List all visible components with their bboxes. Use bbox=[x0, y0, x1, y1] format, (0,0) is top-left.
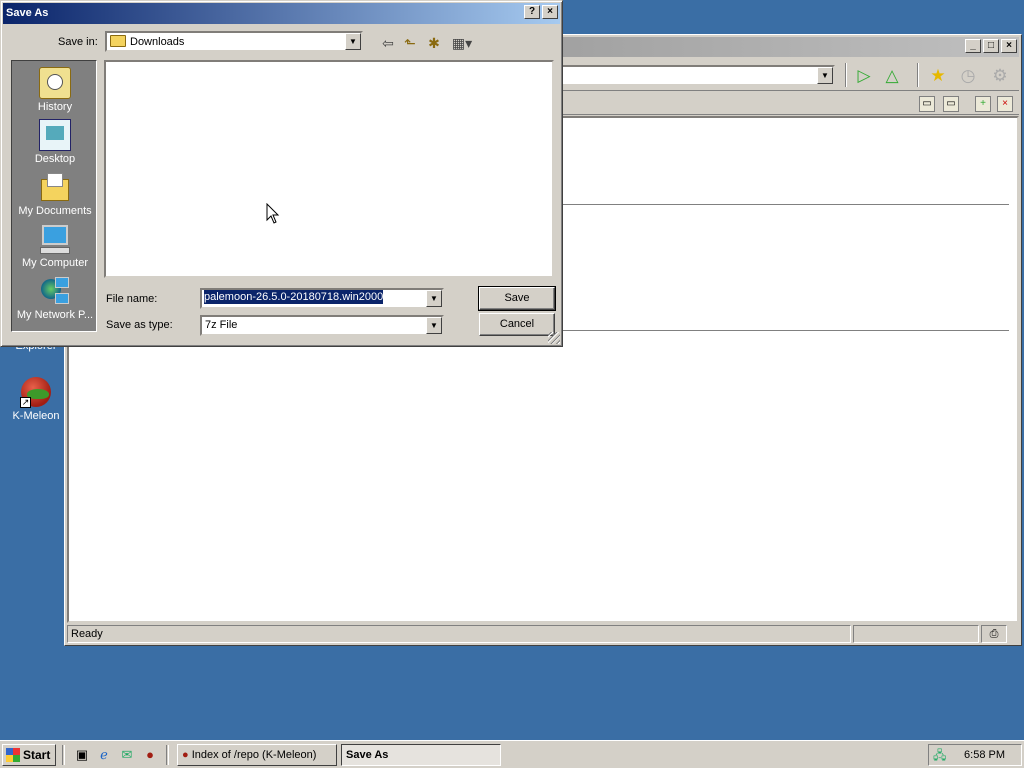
settings-gear-icon[interactable]: ⚙ bbox=[989, 65, 1011, 87]
chevron-down-icon[interactable]: ▼ bbox=[345, 33, 361, 50]
shortcut-arrow-icon: ↗ bbox=[20, 397, 31, 408]
dialog-title: Save As bbox=[6, 7, 49, 19]
file-name-field[interactable]: palemoon-26.5.0-20180718.win2000 ▼ bbox=[200, 288, 444, 309]
desktop-icon-kmeleon[interactable]: ↗ K-Meleon bbox=[1, 376, 71, 422]
network-tray-icon[interactable]: 🖧 bbox=[933, 747, 949, 763]
start-button[interactable]: Start bbox=[2, 744, 56, 766]
place-history[interactable]: History bbox=[12, 67, 98, 113]
kmeleon-label: K-Meleon bbox=[12, 410, 60, 422]
my-documents-icon bbox=[39, 171, 71, 203]
up-icon[interactable]: △ bbox=[881, 65, 903, 87]
toolbar-separator bbox=[917, 63, 919, 87]
kmeleon-task-icon: ● bbox=[182, 749, 192, 761]
minimize-button[interactable]: _ bbox=[965, 39, 981, 53]
toolbar-separator bbox=[845, 63, 847, 87]
status-bar: Ready ⎙ bbox=[67, 625, 1019, 643]
place-label: My Documents bbox=[18, 205, 92, 217]
save-type-label: Save as type: bbox=[106, 319, 173, 331]
taskbar: Start ▣ ℯ ✉ ● ● Index of /repo (K-Meleon… bbox=[0, 740, 1024, 768]
cancel-button[interactable]: Cancel bbox=[479, 313, 555, 336]
save-as-dialog: Save As ? × Save in: Downloads ▼ ⇦ ⬑ ✱ ▦… bbox=[0, 0, 563, 347]
mouse-cursor-icon bbox=[266, 203, 280, 224]
resize-grip[interactable] bbox=[548, 332, 560, 344]
network-places-icon bbox=[39, 275, 71, 307]
folder-icon bbox=[110, 35, 126, 47]
quicklaunch-separator bbox=[62, 745, 65, 765]
file-name-label: File name: bbox=[106, 293, 158, 305]
save-in-value: Downloads bbox=[130, 36, 185, 48]
go-icon[interactable]: ▷ bbox=[853, 65, 875, 87]
start-label: Start bbox=[23, 748, 51, 762]
printer-icon: ⎙ bbox=[981, 625, 1007, 643]
maximize-button[interactable]: □ bbox=[983, 39, 999, 53]
place-my-documents[interactable]: My Documents bbox=[12, 171, 98, 217]
back-arrow-icon[interactable]: ⇦ bbox=[377, 33, 399, 53]
file-name-value: palemoon-26.5.0-20180718.win2000 bbox=[204, 290, 384, 304]
close-tab-icon[interactable]: × bbox=[997, 96, 1013, 112]
clock[interactable]: 6:58 PM bbox=[964, 745, 1005, 765]
browser-close-button[interactable]: × bbox=[1001, 39, 1017, 53]
view-menu-icon[interactable]: ▦▾ bbox=[449, 33, 475, 53]
place-label: My Computer bbox=[21, 257, 89, 269]
save-type-dropdown[interactable]: 7z File ▼ bbox=[200, 315, 444, 336]
url-dropdown-icon[interactable]: ▼ bbox=[817, 67, 833, 84]
kmeleon-icon: ↗ bbox=[20, 376, 52, 408]
new-tab-icon[interactable]: + bbox=[975, 96, 991, 112]
show-desktop-icon[interactable]: ▣ bbox=[74, 747, 90, 763]
save-button[interactable]: Save bbox=[478, 286, 556, 311]
task-label: Index of /repo (K-Meleon) bbox=[191, 749, 317, 761]
save-type-value: 7z File bbox=[205, 319, 238, 331]
up-folder-icon[interactable]: ⬑ bbox=[399, 33, 421, 53]
windows-logo-icon bbox=[6, 748, 20, 762]
history-clock-icon[interactable]: ◷ bbox=[957, 65, 979, 87]
status-text: Ready bbox=[67, 625, 851, 643]
tab-next-icon[interactable]: ▭ bbox=[943, 96, 959, 112]
dialog-titlebar[interactable]: Save As ? × bbox=[3, 3, 560, 24]
task-kmeleon[interactable]: ● Index of /repo (K-Meleon) bbox=[177, 744, 337, 766]
places-bar: History Desktop My Documents My Computer… bbox=[11, 60, 97, 332]
save-in-label: Save in: bbox=[58, 36, 98, 48]
quicklaunch-separator bbox=[166, 745, 169, 765]
file-list[interactable] bbox=[104, 60, 554, 278]
place-label: History bbox=[37, 101, 73, 113]
status-progress bbox=[853, 625, 979, 643]
place-my-computer[interactable]: My Computer bbox=[12, 223, 98, 269]
chevron-down-icon[interactable]: ▼ bbox=[426, 290, 442, 307]
chevron-down-icon[interactable]: ▼ bbox=[426, 317, 442, 334]
bookmarks-star-icon[interactable]: ★ bbox=[927, 65, 949, 87]
place-desktop[interactable]: Desktop bbox=[12, 119, 98, 165]
system-tray: 🖧 6:58 PM bbox=[928, 744, 1022, 766]
desktop-icon bbox=[39, 119, 71, 151]
internet-explorer-icon[interactable]: ℯ bbox=[96, 747, 112, 763]
task-label: Save As bbox=[346, 749, 389, 761]
new-folder-icon[interactable]: ✱ bbox=[423, 33, 445, 53]
place-my-network[interactable]: My Network P... bbox=[12, 275, 98, 321]
my-computer-icon bbox=[39, 223, 71, 255]
dialog-close-button[interactable]: × bbox=[542, 5, 558, 19]
outlook-express-icon[interactable]: ✉ bbox=[119, 747, 135, 763]
tab-prev-icon[interactable]: ▭ bbox=[919, 96, 935, 112]
history-icon bbox=[39, 67, 71, 99]
help-button[interactable]: ? bbox=[524, 5, 540, 19]
place-label: Desktop bbox=[34, 153, 76, 165]
save-in-dropdown[interactable]: Downloads ▼ bbox=[105, 31, 363, 52]
task-save-as[interactable]: Save As bbox=[341, 744, 501, 766]
place-label: My Network P... bbox=[16, 309, 94, 321]
kmeleon-quicklaunch-icon[interactable]: ● bbox=[142, 747, 158, 763]
